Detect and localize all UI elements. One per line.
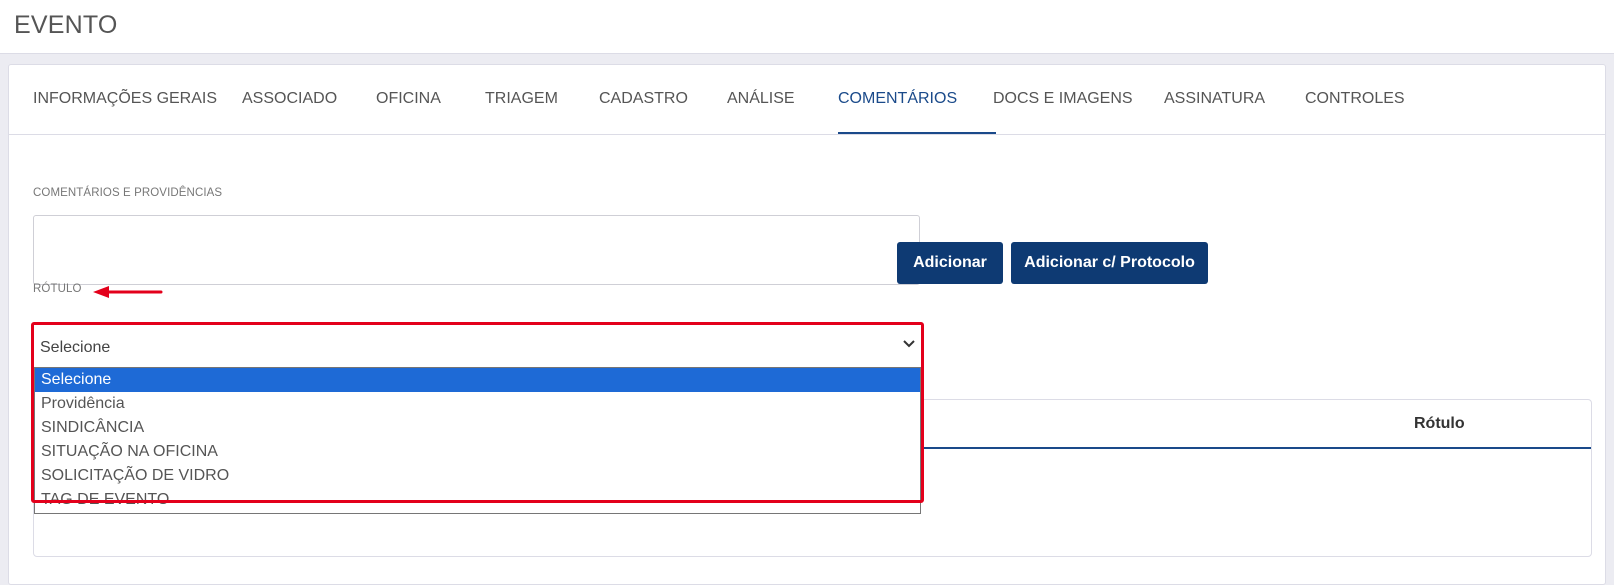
chevron-down-icon	[903, 340, 915, 348]
active-tab-indicator	[838, 132, 996, 134]
tab-triagem[interactable]: TRIAGEM	[485, 65, 558, 135]
tab-analise[interactable]: ANÁLISE	[727, 65, 795, 135]
tab-informacoes-gerais[interactable]: INFORMAÇÕES GERAIS	[33, 65, 217, 135]
option-selecione[interactable]: Selecione	[35, 368, 920, 392]
event-card: INFORMAÇÕES GERAIS ASSOCIADO OFICINA TRI…	[8, 64, 1606, 585]
tab-docs-e-imagens[interactable]: DOCS E IMAGENS	[993, 65, 1133, 135]
tab-oficina[interactable]: OFICINA	[376, 65, 441, 135]
option-sindicancia[interactable]: SINDICÂNCIA	[35, 416, 920, 440]
tab-comentarios[interactable]: COMENTÁRIOS	[838, 65, 957, 135]
option-solicitacao-de-vidro[interactable]: SOLICITAÇÃO DE VIDRO	[35, 464, 920, 488]
page-title: EVENTO	[14, 11, 118, 39]
option-providencia[interactable]: Providência	[35, 392, 920, 416]
tab-controles[interactable]: CONTROLES	[1305, 65, 1405, 135]
rotulo-select-value: Selecione	[40, 339, 111, 356]
option-situacao-na-oficina[interactable]: SITUAÇÃO NA OFICINA	[35, 440, 920, 464]
add-with-protocol-button[interactable]: Adicionar c/ Protocolo	[1011, 242, 1208, 284]
add-button[interactable]: Adicionar	[897, 242, 1003, 284]
red-arrow-annotation-icon	[93, 286, 163, 298]
tab-bar: INFORMAÇÕES GERAIS ASSOCIADO OFICINA TRI…	[9, 65, 1605, 135]
table-header-rotulo: Rótulo	[1414, 415, 1465, 432]
option-tag-de-evento[interactable]: TAG DE EVENTO	[35, 488, 920, 512]
page-header: EVENTO	[0, 0, 1614, 54]
rotulo-select[interactable]: Selecione	[34, 331, 921, 365]
comments-textarea[interactable]	[33, 215, 920, 285]
tab-associado[interactable]: ASSOCIADO	[242, 65, 337, 135]
tab-assinatura[interactable]: ASSINATURA	[1164, 65, 1265, 135]
comments-label: COMENTÁRIOS E PROVIDÊNCIAS	[33, 187, 223, 199]
rotulo-dropdown-list: Selecione Providência SINDICÂNCIA SITUAÇ…	[34, 367, 921, 514]
rotulo-label: RÓTULO	[33, 283, 82, 295]
tab-cadastro[interactable]: CADASTRO	[599, 65, 688, 135]
